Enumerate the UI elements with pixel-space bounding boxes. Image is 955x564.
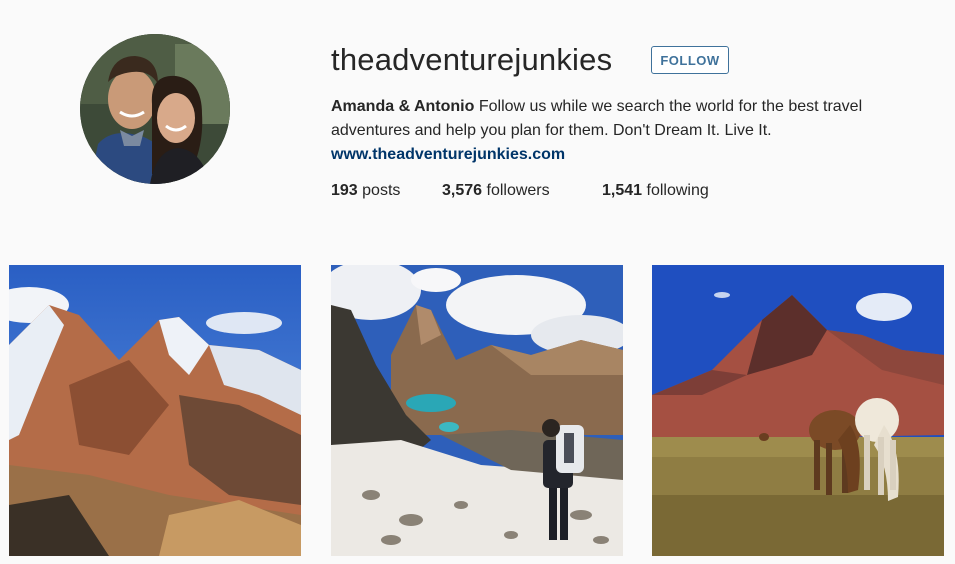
- post-thumbnail[interactable]: [331, 265, 623, 556]
- follow-button[interactable]: FOLLOW: [651, 46, 729, 74]
- post-thumbnail[interactable]: [9, 265, 301, 556]
- stat-following[interactable]: 1,541 following: [602, 180, 709, 202]
- bio-name: Amanda & Antonio: [331, 98, 475, 115]
- stat-posts: 193 posts: [331, 180, 400, 202]
- followers-count: 3,576: [442, 182, 483, 199]
- profile-username: theadventurejunkies: [331, 42, 613, 77]
- post-photo-hiker: [331, 265, 623, 556]
- followers-label: followers: [482, 182, 550, 199]
- avatar-photo: [80, 34, 230, 184]
- posts-count: 193: [331, 182, 358, 199]
- profile-avatar: [80, 34, 230, 184]
- post-photo-horses: [652, 265, 944, 556]
- posts-label: posts: [357, 182, 401, 199]
- post-thumbnail[interactable]: [652, 265, 944, 556]
- website-link[interactable]: www.theadventurejunkies.com: [331, 143, 891, 167]
- stat-followers[interactable]: 3,576 followers: [442, 180, 550, 202]
- post-photo-mountains: [9, 265, 301, 556]
- profile-bio: Amanda & Antonio Follow us while we sear…: [331, 95, 891, 167]
- following-label: following: [642, 182, 709, 199]
- following-count: 1,541: [602, 182, 643, 199]
